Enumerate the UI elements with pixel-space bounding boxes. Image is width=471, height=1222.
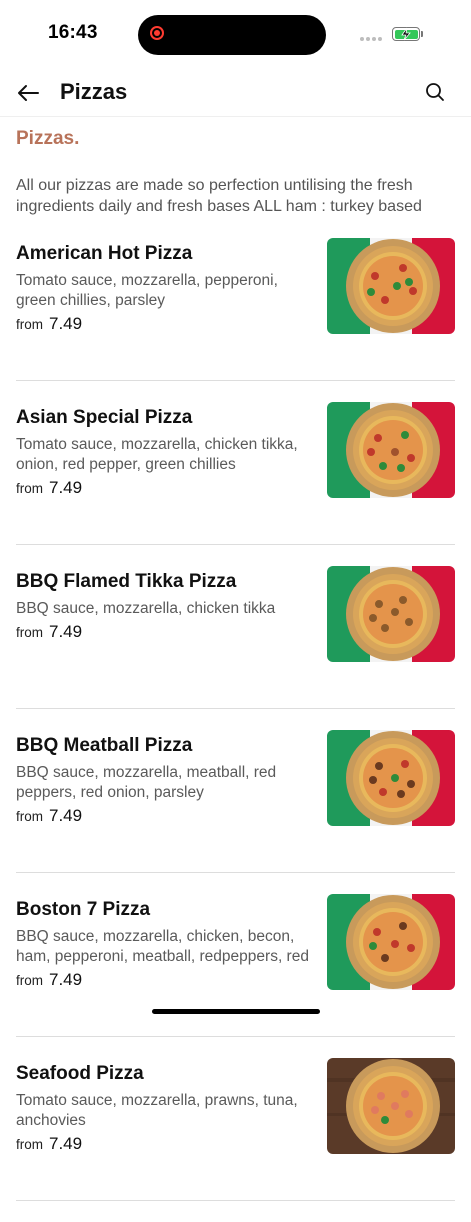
item-price: 7.49: [49, 314, 83, 333]
item-image[interactable]: [327, 730, 455, 826]
arrow-left-icon: [18, 85, 39, 101]
menu-item[interactable]: BBQ Meatball Pizza BBQ sauce, mozzarella,…: [16, 730, 455, 873]
menu-item[interactable]: Seafood Pizza Tomato sauce, mozzarella, p…: [16, 1058, 455, 1201]
item-text: BBQ Meatball Pizza BBQ sauce, mozzarella,…: [16, 734, 316, 826]
dynamic-island: [138, 15, 326, 55]
item-price: 7.49: [49, 622, 83, 641]
section-title: Pizzas.: [16, 128, 80, 149]
menu-item[interactable]: American Hot Pizza Tomato sauce, mozzarel…: [16, 238, 455, 381]
item-name: American Hot Pizza: [16, 243, 193, 264]
charging-bolt-icon: [401, 27, 411, 41]
item-text: American Hot Pizza Tomato sauce, mozzarel…: [16, 242, 316, 334]
home-indicator[interactable]: [152, 1009, 320, 1014]
status-bar: 16:43: [0, 0, 471, 70]
status-time: 16:43: [48, 22, 98, 43]
section-description: All our pizzas are made so perfection un…: [16, 177, 422, 215]
item-price-row: from 7.49: [16, 970, 316, 990]
section-header: Pizzas. All our pizzas are made so perfe…: [16, 117, 455, 217]
item-name: Boston 7 Pizza: [16, 899, 151, 920]
item-description: BBQ sauce, mozzarella, chicken, becon, h…: [16, 928, 309, 965]
item-price-row: from 7.49: [16, 622, 316, 642]
menu-item[interactable]: Boston 7 Pizza BBQ sauce, mozzarella, chi…: [16, 894, 455, 1037]
battery-tip: [421, 31, 423, 37]
item-text: Asian Special Pizza Tomato sauce, mozzare…: [16, 406, 316, 498]
item-price: 7.49: [49, 478, 83, 497]
item-image[interactable]: [327, 402, 455, 498]
item-text: Boston 7 Pizza BBQ sauce, mozzarella, chi…: [16, 898, 316, 990]
item-description: Tomato sauce, mozzarella, pepperoni, gre…: [16, 272, 278, 309]
page-title: Pizzas: [60, 79, 128, 104]
item-from-label: from: [16, 973, 43, 988]
menu-list: American Hot Pizza Tomato sauce, mozzarel…: [16, 238, 455, 1222]
item-price: 7.49: [49, 806, 83, 825]
pizza-photo: [327, 566, 455, 662]
nav-bar: Pizzas: [0, 70, 471, 117]
item-image[interactable]: [327, 238, 455, 334]
menu-item[interactable]: BBQ Flamed Tikka Pizza BBQ sauce, mozzare…: [16, 566, 455, 709]
item-price-row: from 7.49: [16, 314, 316, 334]
item-name: Asian Special Pizza: [16, 407, 193, 428]
pizza-photo: [327, 894, 455, 990]
item-from-label: from: [16, 481, 43, 496]
back-button[interactable]: [14, 79, 42, 107]
item-price-row: from 7.49: [16, 806, 316, 826]
menu-item[interactable]: Asian Special Pizza Tomato sauce, mozzare…: [16, 402, 455, 545]
item-from-label: from: [16, 625, 43, 640]
screen-recording-icon: [150, 26, 164, 40]
item-image[interactable]: [327, 566, 455, 662]
pizza-photo: [327, 402, 455, 498]
search-button[interactable]: [421, 78, 449, 106]
pizza-photo: [327, 1058, 455, 1154]
item-price-row: from 7.49: [16, 478, 316, 498]
pizza-photo: [327, 238, 455, 334]
item-text: BBQ Flamed Tikka Pizza BBQ sauce, mozzare…: [16, 570, 316, 642]
item-name: BBQ Flamed Tikka Pizza: [16, 571, 237, 592]
item-price: 7.49: [49, 1134, 83, 1153]
item-image[interactable]: [327, 894, 455, 990]
item-from-label: from: [16, 1137, 43, 1152]
item-from-label: from: [16, 809, 43, 824]
item-description: BBQ sauce, mozzarella, chicken tikka: [16, 600, 276, 617]
item-image[interactable]: [327, 1058, 455, 1154]
item-price-row: from 7.49: [16, 1134, 316, 1154]
signal-icon: [360, 37, 382, 41]
item-name: Seafood Pizza: [16, 1063, 144, 1084]
item-text: Seafood Pizza Tomato sauce, mozzarella, p…: [16, 1062, 316, 1154]
item-from-label: from: [16, 317, 43, 332]
search-icon: [426, 83, 444, 101]
pizza-photo: [327, 730, 455, 826]
item-price: 7.49: [49, 970, 83, 989]
item-description: Tomato sauce, mozzarella, chicken tikka,…: [16, 436, 298, 473]
item-description: BBQ sauce, mozzarella, meatball, red pep…: [16, 764, 277, 801]
item-name: BBQ Meatball Pizza: [16, 735, 193, 756]
item-description: Tomato sauce, mozzarella, prawns, tuna, …: [16, 1092, 298, 1129]
